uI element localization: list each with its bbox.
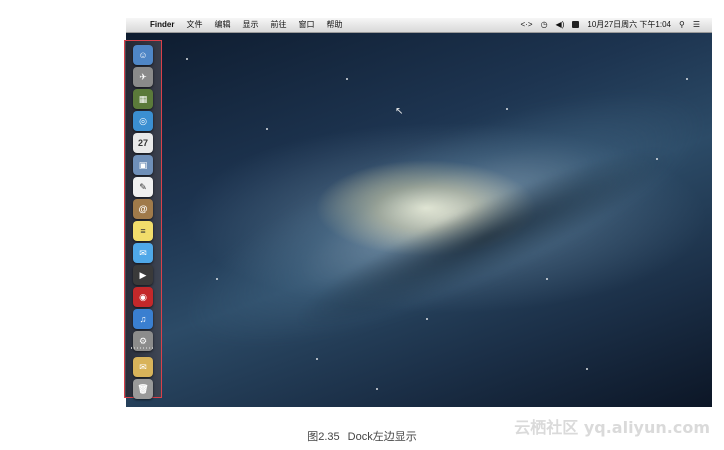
spotlight-search-icon[interactable]: ⚲ — [675, 18, 689, 32]
dock-contacts-icon[interactable]: @ — [133, 199, 153, 219]
wallpaper-galaxy — [156, 38, 712, 398]
dock-itunes-icon[interactable]: ♫ — [133, 309, 153, 329]
watermark: 云栖社区 yq.aliyun.com — [514, 418, 710, 437]
dock-calendar-icon[interactable]: 27 — [133, 133, 153, 153]
star — [546, 278, 548, 280]
app-menu[interactable]: Finder — [144, 18, 180, 32]
time-machine-icon[interactable]: ◷ — [537, 18, 552, 32]
star — [216, 278, 218, 280]
dock-messages-icon[interactable]: ✉ — [133, 243, 153, 263]
menu-view[interactable]: 显示 — [236, 18, 264, 32]
star — [376, 388, 378, 390]
star — [186, 58, 188, 60]
input-source-icon[interactable] — [568, 18, 583, 32]
dock-mission-control-icon[interactable]: ▦ — [133, 89, 153, 109]
clock[interactable]: 10月27日周六 下午1:04 — [583, 18, 675, 32]
star — [506, 108, 508, 110]
dock-downloads-stack-icon[interactable]: ✉ — [133, 357, 153, 377]
desktop[interactable]: Finder 文件 编辑 显示 前往 窗口 帮助 <·> ◷ ◀) 10月27日… — [126, 18, 712, 407]
menu-edit[interactable]: 编辑 — [208, 18, 236, 32]
star — [586, 368, 588, 370]
star — [266, 128, 268, 130]
menu-file[interactable]: 文件 — [180, 18, 208, 32]
dock-preview-icon[interactable]: ▣ — [133, 155, 153, 175]
dock-notes-icon[interactable]: ≡ — [133, 221, 153, 241]
menu-help[interactable]: 帮助 — [320, 18, 348, 32]
figure-caption-text: Dock左边显示 — [347, 431, 417, 443]
dock: ☺ ✈ ▦ ◎ 27 ▣ ✎ @ ≡ ✉ ▶ ◉ ♫ ⚙ ✉ 🗑 — [124, 40, 162, 399]
star — [426, 318, 428, 320]
dock-launchpad-icon[interactable]: ✈ — [133, 67, 153, 87]
figure-number: 图2.35 — [307, 431, 340, 443]
dock-text-edit-icon[interactable]: ✎ — [133, 177, 153, 197]
menu-go[interactable]: 前往 — [264, 18, 292, 32]
volume-icon[interactable]: ◀) — [552, 18, 569, 32]
star — [656, 158, 658, 160]
notification-center-icon[interactable]: ☰ — [689, 18, 704, 32]
star — [316, 358, 318, 360]
dock-separator — [131, 347, 155, 349]
menu-bar: Finder 文件 编辑 显示 前往 窗口 帮助 <·> ◷ ◀) 10月27日… — [126, 18, 712, 33]
star — [346, 78, 348, 80]
script-arrows-icon[interactable]: <·> — [517, 18, 537, 32]
menu-window[interactable]: 窗口 — [292, 18, 320, 32]
dock-facetime-icon[interactable]: ▶ — [133, 265, 153, 285]
star — [686, 78, 688, 80]
dock-safari-icon[interactable]: ◎ — [133, 111, 153, 131]
dock-photo-booth-icon[interactable]: ◉ — [133, 287, 153, 307]
dock-finder-icon[interactable]: ☺ — [133, 45, 153, 65]
mouse-cursor-icon: ↖ — [395, 106, 404, 117]
dock-trash-icon[interactable]: 🗑 — [133, 379, 153, 399]
